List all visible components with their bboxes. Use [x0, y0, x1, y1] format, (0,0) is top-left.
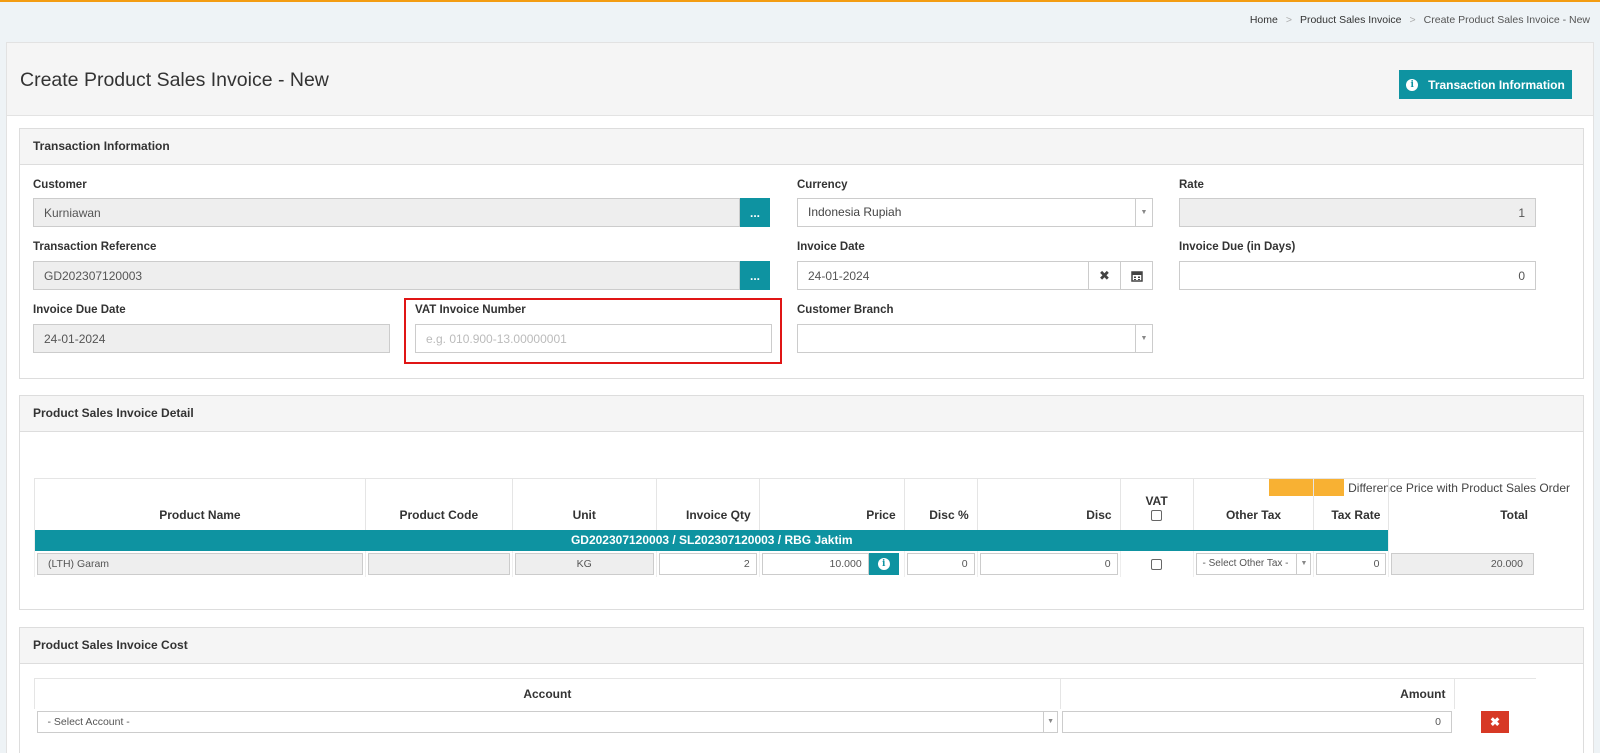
- other-tax-select[interactable]: - Select Other Tax - ▼: [1195, 552, 1312, 575]
- table-row: - Select Account - ▼ 0 ✖: [35, 709, 1537, 735]
- info-icon: i: [1406, 78, 1419, 91]
- breadcrumb-separator: >: [1285, 14, 1292, 26]
- col-other-tax: Other Tax: [1192, 478, 1314, 530]
- group-label: GD202307120003 / SL202307120003 / RBG Ja…: [33, 529, 1389, 551]
- col-total: Total: [1388, 478, 1536, 530]
- info-icon: i: [877, 557, 890, 570]
- reference-lookup-button[interactable]: ...: [740, 261, 770, 290]
- chevron-down-icon: ▼: [1296, 553, 1310, 574]
- rate-field[interactable]: [1179, 198, 1536, 227]
- breadcrumb-separator: >: [1409, 14, 1416, 26]
- vat-checkbox[interactable]: [1151, 558, 1163, 570]
- breadcrumb-section[interactable]: Product Sales Invoice: [1300, 14, 1402, 26]
- delete-row-button[interactable]: ✖: [1481, 710, 1509, 733]
- transaction-information-button[interactable]: i Transaction Information: [1399, 70, 1572, 99]
- tax-rate-input[interactable]: 0: [1316, 552, 1387, 575]
- transaction-reference-field[interactable]: [33, 261, 740, 290]
- col-product-code: Product Code: [364, 478, 513, 530]
- invoice-date-field[interactable]: [797, 261, 1089, 290]
- detail-table: Product Name Product Code Unit Invoice Q…: [33, 478, 1536, 577]
- col-price: Price: [758, 478, 905, 530]
- invoice-detail-panel: Product Sales Invoice Detail Difference …: [19, 395, 1584, 610]
- disc-input[interactable]: 0: [979, 552, 1118, 575]
- col-account: Account: [34, 678, 1061, 709]
- customer-field[interactable]: [33, 198, 740, 227]
- chevron-down-icon: ▼: [1043, 711, 1057, 732]
- rate-label: Rate: [1179, 179, 1204, 191]
- transaction-information-label: Transaction Information: [1428, 77, 1565, 92]
- currency-value: Indonesia Rupiah: [808, 205, 902, 219]
- customer-label: Customer: [33, 179, 87, 191]
- col-unit: Unit: [511, 478, 657, 530]
- panel-heading: Product Sales Invoice Detail: [20, 396, 1583, 432]
- breadcrumb-current: Create Product Sales Invoice - New: [1423, 14, 1590, 26]
- table-header-row: Account Amount: [34, 678, 1536, 709]
- chevron-down-icon: ▼: [1135, 199, 1152, 226]
- col-amount: Amount: [1059, 678, 1454, 709]
- invoice-due-date-label: Invoice Due Date: [33, 304, 126, 316]
- page-container: Create Product Sales Invoice - New i Tra…: [6, 42, 1594, 753]
- price-input[interactable]: 10.000: [761, 552, 869, 575]
- chevron-down-icon: ▼: [1135, 325, 1152, 352]
- product-code-cell[interactable]: [367, 552, 510, 575]
- table-row: (LTH) Garam KG 2 10.000 i 0 0 - Select Ot…: [34, 550, 1536, 577]
- vat-invoice-number-field[interactable]: [415, 324, 772, 353]
- invoice-cost-panel: Product Sales Invoice Cost Account Amoun…: [19, 627, 1584, 753]
- page-title: Create Product Sales Invoice - New: [20, 69, 329, 91]
- currency-select[interactable]: Indonesia Rupiah ▼: [797, 198, 1153, 227]
- vat-select-all-checkbox[interactable]: [1151, 509, 1163, 521]
- col-disc: Disc: [976, 478, 1121, 530]
- table-header-row: Product Name Product Code Unit Invoice Q…: [34, 478, 1536, 530]
- product-name-cell[interactable]: (LTH) Garam: [37, 552, 363, 575]
- col-tax-rate: Tax Rate: [1313, 478, 1389, 530]
- disc-pct-input[interactable]: 0: [906, 552, 975, 575]
- total-cell: 20.000: [1391, 552, 1534, 575]
- unit-cell[interactable]: KG: [514, 552, 654, 575]
- currency-label: Currency: [797, 179, 848, 191]
- col-vat-label: VAT: [1145, 493, 1168, 508]
- panel-heading: Transaction Information: [20, 129, 1583, 165]
- clear-date-button[interactable]: ✖: [1088, 261, 1121, 290]
- group-row: GD202307120003 / SL202307120003 / RBG Ja…: [33, 529, 1536, 551]
- account-select[interactable]: - Select Account - ▼: [36, 710, 1059, 733]
- account-value: - Select Account -: [47, 715, 130, 728]
- close-icon: ✖: [1099, 267, 1110, 283]
- col-disc-pct: Disc %: [903, 478, 978, 530]
- col-vat: VAT: [1119, 478, 1194, 530]
- breadcrumb: Home > Product Sales Invoice > Create Pr…: [1250, 14, 1590, 26]
- customer-branch-select[interactable]: ▼: [797, 324, 1153, 353]
- page-header: Create Product Sales Invoice - New i Tra…: [7, 43, 1593, 116]
- customer-lookup-button[interactable]: ...: [740, 198, 770, 227]
- invoice-due-days-field[interactable]: [1179, 261, 1536, 290]
- customer-branch-label: Customer Branch: [797, 304, 894, 316]
- calendar-button[interactable]: [1120, 261, 1153, 290]
- invoice-due-date-field[interactable]: [33, 324, 390, 353]
- col-product-name: Product Name: [34, 478, 366, 530]
- vat-invoice-number-label: VAT Invoice Number: [415, 304, 526, 316]
- transaction-information-panel: Transaction Information Customer ... Cur…: [19, 128, 1584, 379]
- invoice-due-days-label: Invoice Due (in Days): [1179, 241, 1296, 253]
- calendar-icon: [1130, 270, 1143, 282]
- invoice-qty-input[interactable]: 2: [658, 552, 757, 575]
- transaction-reference-label: Transaction Reference: [33, 241, 157, 253]
- panel-heading: Product Sales Invoice Cost: [20, 628, 1583, 664]
- cost-table: Account Amount - Select Account - ▼ 0 ✖: [34, 678, 1536, 735]
- other-tax-value: - Select Other Tax -: [1202, 557, 1289, 569]
- breadcrumb-home[interactable]: Home: [1250, 14, 1278, 26]
- invoice-date-label: Invoice Date: [797, 241, 865, 253]
- price-info-button[interactable]: i: [868, 552, 899, 575]
- col-invoice-qty: Invoice Qty: [655, 478, 760, 530]
- amount-input[interactable]: 0: [1062, 710, 1452, 733]
